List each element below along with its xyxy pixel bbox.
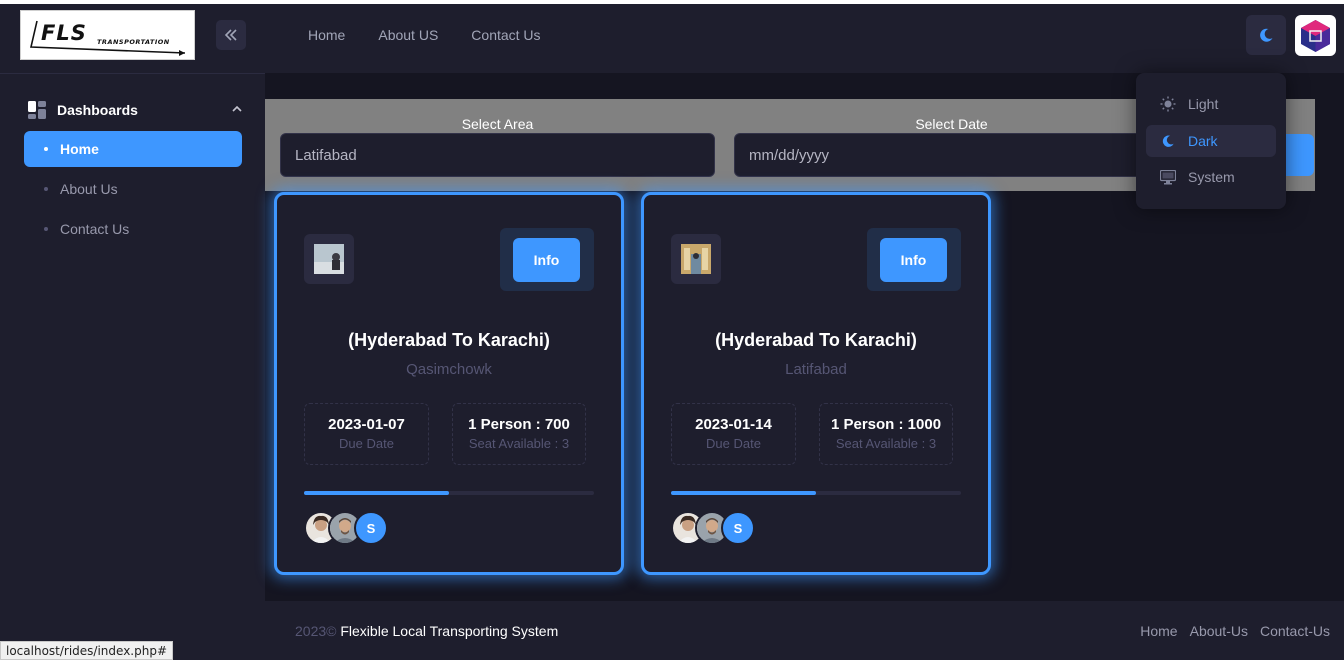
sidebar-item-label: About Us xyxy=(60,181,118,197)
price-value: 1 Person : 700 xyxy=(468,416,570,433)
sidebar-item-about[interactable]: About Us xyxy=(24,171,242,207)
date-label: Select Date xyxy=(915,116,988,132)
user-avatar[interactable] xyxy=(1295,15,1336,56)
due-date-label: Due Date xyxy=(339,436,394,451)
info-button[interactable]: Info xyxy=(513,238,580,282)
ride-photo-icon xyxy=(314,244,344,274)
info-button-wrapper: Info xyxy=(500,228,594,291)
top-nav-home[interactable]: Home xyxy=(308,27,345,43)
header xyxy=(0,4,1344,73)
sidebar-item-label: Contact Us xyxy=(60,221,130,237)
theme-menu-item-system[interactable]: System xyxy=(1146,161,1276,193)
footer-link-about[interactable]: About-Us xyxy=(1190,623,1248,639)
sidebar-item-contact[interactable]: Contact Us xyxy=(24,211,242,247)
double-chevron-left-icon xyxy=(224,29,237,41)
logo-subtext: TRANSPORTATION xyxy=(97,38,170,46)
date-input[interactable]: mm/dd/yyyy xyxy=(734,133,1169,177)
due-date-stat: 2023-01-07 Due Date xyxy=(304,403,429,465)
ride-thumbnail xyxy=(304,234,354,284)
moon-icon xyxy=(1160,133,1176,149)
seats-available: Seat Available : 3 xyxy=(835,436,937,451)
theme-menu-item-light[interactable]: Light xyxy=(1146,88,1276,120)
progress-bar xyxy=(671,491,961,495)
area-select-value: Latifabad xyxy=(295,146,357,164)
ride-area: Qasimchowk xyxy=(406,361,492,378)
user-avatar-image xyxy=(1301,20,1330,52)
avatar-initial[interactable]: S xyxy=(354,511,388,545)
progress-bar xyxy=(304,491,594,495)
moon-icon xyxy=(1260,28,1273,42)
due-date-value: 2023-01-14 xyxy=(695,416,772,433)
logo-text: FLS xyxy=(41,21,87,45)
theme-toggle-button[interactable] xyxy=(1246,15,1286,55)
footer-brand[interactable]: Flexible Local Transporting System xyxy=(340,623,558,639)
ride-thumbnail xyxy=(671,234,721,284)
ride-card: Info (Hyderabad To Karachi) Latifabad 20… xyxy=(641,192,991,575)
sun-icon xyxy=(1160,96,1176,112)
due-date-label: Due Date xyxy=(706,436,761,451)
info-button[interactable]: Info xyxy=(880,238,947,282)
monitor-icon xyxy=(1160,169,1176,185)
ride-route: (Hyderabad To Karachi) xyxy=(348,330,550,350)
info-button-wrapper: Info xyxy=(867,228,961,291)
price-stat: 1 Person : 1000 Seat Available : 3 xyxy=(819,403,953,465)
ride-card: Info (Hyderabad To Karachi) Qasimchowk 2… xyxy=(274,192,624,575)
area-select[interactable]: Latifabad xyxy=(280,133,715,177)
bullet-icon xyxy=(44,187,48,191)
footer-year: 2023© xyxy=(295,623,337,639)
bullet-icon xyxy=(44,147,48,151)
footer-links: Home About-Us Contact-Us xyxy=(1140,623,1330,639)
theme-menu-item-dark[interactable]: Dark xyxy=(1146,125,1276,157)
seats-available: Seat Available : 3 xyxy=(468,436,570,451)
ride-photo-icon xyxy=(681,244,711,274)
ride-area: Latifabad xyxy=(785,361,847,378)
area-label: Select Area xyxy=(461,116,534,132)
sidebar-group-title: Dashboards xyxy=(57,102,138,118)
sidebar-item-home[interactable]: Home xyxy=(24,131,242,167)
chevron-up-icon xyxy=(232,105,242,112)
theme-menu-label: System xyxy=(1188,169,1235,185)
dashboard-grid-icon xyxy=(28,101,46,119)
browser-status-bar: localhost/rides/index.php# xyxy=(0,641,174,660)
due-date-value: 2023-01-07 xyxy=(328,416,405,433)
progress-fill xyxy=(671,491,816,495)
due-date-stat: 2023-01-14 Due Date xyxy=(671,403,796,465)
theme-menu-label: Light xyxy=(1188,96,1219,112)
ride-route: (Hyderabad To Karachi) xyxy=(715,330,917,350)
price-value: 1 Person : 1000 xyxy=(830,416,942,433)
theme-menu: Light Dark System xyxy=(1136,73,1286,209)
sidebar-item-label: Home xyxy=(60,141,99,157)
sidebar-divider xyxy=(0,73,265,74)
top-nav: Home About US Contact Us xyxy=(308,27,541,43)
footer-copyright: 2023© Flexible Local Transporting System xyxy=(295,623,558,639)
footer-link-home[interactable]: Home xyxy=(1140,623,1177,639)
price-stat: 1 Person : 700 Seat Available : 3 xyxy=(452,403,586,465)
progress-fill xyxy=(304,491,449,495)
theme-menu-label: Dark xyxy=(1188,133,1218,149)
logo[interactable]: FLS TRANSPORTATION xyxy=(20,10,195,60)
footer: 2023© Flexible Local Transporting System… xyxy=(265,601,1344,658)
date-input-placeholder: mm/dd/yyyy xyxy=(749,146,830,164)
top-nav-contact[interactable]: Contact Us xyxy=(471,27,540,43)
sidebar-collapse-button[interactable] xyxy=(216,20,246,50)
bullet-icon xyxy=(44,227,48,231)
footer-link-contact[interactable]: Contact-Us xyxy=(1260,623,1330,639)
sidebar-group-dashboards[interactable]: Dashboards xyxy=(28,101,246,119)
top-nav-about[interactable]: About US xyxy=(378,27,438,43)
avatar-initial[interactable]: S xyxy=(721,511,755,545)
